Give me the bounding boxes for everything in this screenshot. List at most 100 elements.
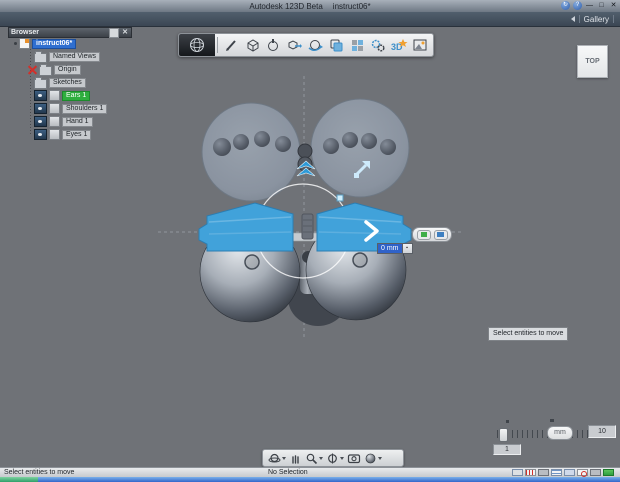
browser-pin-icon[interactable] — [109, 27, 119, 38]
visibility-eye-icon[interactable] — [34, 90, 47, 101]
tree-item-origin[interactable]: Origin — [28, 63, 81, 76]
progress-segment — [0, 477, 38, 482]
scene-material-button[interactable] — [409, 34, 430, 56]
title-bar: Autodesk 123D Beta instruct06* ↻ ? — □ ✕ — [0, 0, 620, 12]
pad-toggle[interactable] — [590, 469, 601, 476]
app-window: Autodesk 123D Beta instruct06* ↻ ? — □ ✕… — [0, 0, 620, 482]
lock-toggle[interactable] — [538, 469, 549, 476]
spin-top-button[interactable] — [262, 34, 283, 56]
orbit-button[interactable] — [268, 452, 286, 465]
tree-item-sketches[interactable]: Sketches — [34, 76, 86, 89]
folder-icon — [34, 50, 47, 63]
browser-panel-header[interactable]: Browser ✕ — [8, 27, 132, 38]
move-arrow-left[interactable] — [198, 202, 294, 252]
dropdown-caret-icon — [378, 456, 382, 460]
dropdown-caret-icon — [282, 456, 286, 460]
visibility-eye-icon[interactable] — [34, 103, 47, 114]
gallery-label: Gallery — [583, 14, 609, 24]
unit-button[interactable]: mm — [547, 426, 573, 440]
tree-item-root[interactable]: instruct06* — [14, 38, 77, 49]
tree-item-shoulders[interactable]: Shoulders 1 — [34, 103, 108, 114]
tree-item-ears[interactable]: Ears 1 — [34, 90, 91, 101]
body-icon — [49, 103, 60, 114]
tree-item-label[interactable]: Origin — [54, 64, 81, 75]
scale-slider-knob[interactable] — [499, 428, 508, 442]
sphere-menu-icon — [190, 38, 204, 52]
tree-item-label[interactable]: Shoulders 1 — [62, 103, 108, 114]
ear-left-body[interactable] — [201, 102, 301, 202]
scale-minor-value[interactable]: 1 — [493, 444, 521, 455]
tree-item-label[interactable]: Eyes 1 — [62, 129, 92, 140]
tree-item-label[interactable]: Sketches — [49, 77, 86, 88]
minimize-button[interactable]: — — [585, 1, 594, 10]
help-icon[interactable]: ? — [573, 1, 582, 10]
view-cube-label: TOP — [585, 58, 600, 65]
zoom-button[interactable] — [305, 452, 323, 465]
active-indicator — [603, 469, 614, 476]
document-icon — [19, 38, 30, 49]
scale-major-value[interactable]: 10 — [588, 425, 616, 438]
tree-bullet — [14, 42, 17, 45]
folder-icon — [34, 76, 47, 89]
move-cube-button[interactable] — [283, 34, 304, 56]
tree-item-hand[interactable]: Hand 1 — [34, 116, 93, 127]
body-icon — [49, 116, 60, 127]
tree-item-label[interactable]: Ears 1 — [62, 90, 91, 101]
view-cube[interactable]: TOP — [577, 45, 608, 78]
main-toolbar: 3D — [178, 33, 434, 57]
body-icon — [49, 129, 60, 140]
gallery-button[interactable]: Gallery — [570, 14, 614, 24]
menu-strip: Gallery — [0, 12, 620, 27]
pan-button[interactable] — [289, 452, 302, 465]
status-toggles — [512, 469, 614, 477]
tree-item-named-views[interactable]: Named Views — [34, 50, 101, 63]
gear-assembly-button[interactable] — [367, 34, 388, 56]
ear-right-body[interactable] — [310, 98, 410, 198]
osnap-toggle[interactable] — [564, 469, 575, 476]
app-title: Autodesk 123D Beta — [249, 1, 323, 11]
navigation-bar — [262, 449, 404, 467]
close-button[interactable]: ✕ — [609, 1, 618, 10]
3d-text-star-button[interactable]: 3D — [388, 34, 409, 56]
app-menu-button[interactable] — [179, 34, 215, 56]
rotate-handle[interactable] — [336, 194, 344, 202]
viewport-3d[interactable] — [0, 26, 620, 467]
tree-item-eyes[interactable]: Eyes 1 — [34, 129, 92, 140]
selection-status: No Selection — [268, 469, 308, 476]
tree-guide-line — [30, 49, 31, 135]
maximize-button[interactable]: □ — [597, 1, 606, 10]
ruler-marker — [506, 420, 509, 423]
folder-icon — [39, 63, 52, 76]
combine-solids-button[interactable] — [325, 34, 346, 56]
distance-input[interactable]: 0 mm — [377, 243, 403, 254]
primitive-cube-button[interactable] — [241, 34, 262, 56]
options-button[interactable] — [433, 229, 448, 240]
distance-spinner[interactable]: ▪ — [402, 243, 413, 254]
tree-item-label[interactable]: Named Views — [49, 51, 101, 62]
ruler-toggle[interactable] — [525, 469, 536, 476]
visibility-eye-icon[interactable] — [34, 116, 47, 127]
sketch-pen-button[interactable] — [220, 34, 241, 56]
scale-ruler[interactable] — [497, 430, 589, 438]
display-style-button[interactable] — [364, 452, 382, 465]
layers-toggle[interactable] — [551, 469, 562, 476]
screw-knob[interactable] — [301, 213, 314, 240]
cursor-tooltip: Select entities to move — [488, 327, 569, 341]
hidden-x-icon — [28, 65, 37, 74]
orbit-sphere-button[interactable] — [304, 34, 325, 56]
tree-item-label[interactable]: instruct06* — [32, 38, 77, 49]
disable-toggle[interactable] — [577, 469, 588, 477]
tree-item-label[interactable]: Hand 1 — [62, 116, 93, 127]
visibility-eye-icon[interactable] — [34, 129, 47, 140]
constrained-orbit-button[interactable] — [326, 452, 344, 465]
look-at-button[interactable] — [347, 452, 361, 465]
window-edge — [0, 477, 620, 482]
browser-close-icon[interactable]: ✕ — [121, 29, 129, 37]
dropdown-caret-icon — [340, 456, 344, 460]
status-prompt: Select entities to move — [4, 469, 75, 476]
sync-icon[interactable]: ↻ — [561, 1, 570, 10]
pattern-grid-button[interactable] — [346, 34, 367, 56]
ruler-marker — [550, 419, 554, 422]
snap-toggle[interactable] — [512, 469, 523, 476]
confirm-button[interactable] — [416, 229, 431, 240]
